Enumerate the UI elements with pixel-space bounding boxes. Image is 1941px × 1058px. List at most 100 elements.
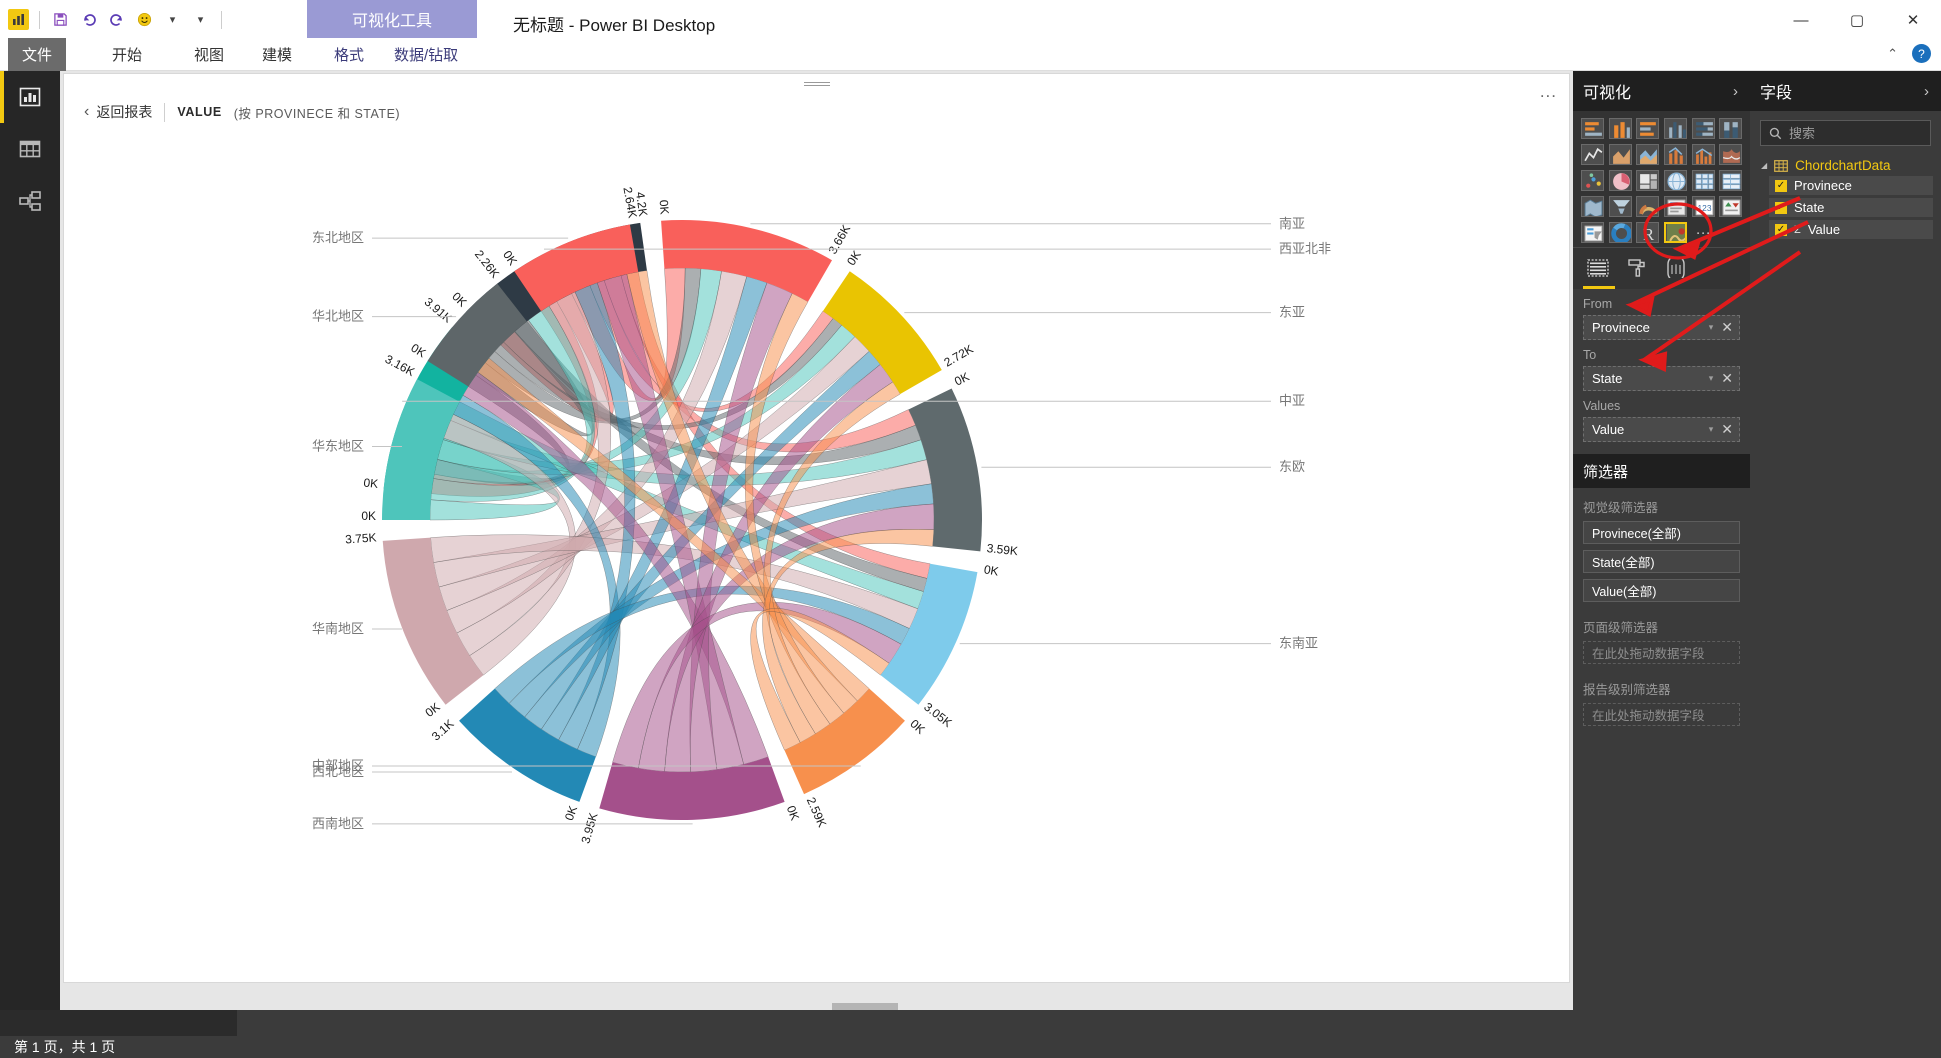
100-stacked-bar-chart-icon[interactable] [1691, 118, 1715, 139]
chord-node-label-华北地区: 华北地区 [312, 309, 364, 324]
visual-filter-card[interactable]: State(全部) [1583, 550, 1740, 573]
undo-icon[interactable] [78, 9, 99, 30]
chevron-down-icon[interactable]: ▾ [1709, 322, 1714, 333]
rail-item-report-view[interactable] [0, 71, 60, 123]
expand-triangle-icon[interactable]: ◢ [1761, 161, 1767, 170]
contextual-ribbon-tab-group[interactable]: 可视化工具 [307, 0, 477, 38]
line-stacked-column-chart-icon[interactable] [1663, 144, 1687, 165]
fields-list: ✓ Provinece ✓ State ✓ Σ Value [1750, 176, 1941, 239]
filled-map-icon[interactable] [1581, 196, 1604, 217]
help-icon[interactable]: ? [1912, 44, 1931, 63]
rail-item-model-view[interactable] [0, 175, 60, 227]
chord-value-label: 0K [500, 248, 520, 268]
minimize-button[interactable]: — [1773, 0, 1829, 40]
kpi-icon[interactable] [1719, 196, 1743, 217]
chord-value-label: 3.59K [986, 541, 1019, 558]
table-icon[interactable] [1719, 170, 1743, 191]
chevron-down-icon[interactable]: ▾ [1709, 424, 1714, 435]
matrix-icon[interactable] [1691, 170, 1715, 191]
ribbon-tab-home[interactable]: 开始 [98, 38, 156, 71]
chord-chart-custom-visual-icon[interactable] [1663, 222, 1687, 243]
visual-more-options-icon[interactable]: ... [1540, 82, 1557, 102]
fields-table-node[interactable]: ◢ ChordchartData [1750, 158, 1941, 173]
line-chart-icon[interactable] [1581, 144, 1604, 165]
analytics-magnifier-tool-icon[interactable] [1665, 255, 1687, 283]
remove-field-icon[interactable]: ✕ [1721, 319, 1733, 336]
ribbon-tab-file[interactable]: 文件 [8, 38, 67, 71]
redo-icon[interactable] [106, 9, 127, 30]
visual-container[interactable]: ... ‹ 返回报表 VALUE (按 PROVINECE 和 STATE) 0 [63, 73, 1570, 983]
chord-chart[interactable]: 0K 3.91K 0K 4.2K 0K 3.66K 0K 2.72K 0K 3.59K 0K 3.05… [64, 130, 1571, 982]
stacked-area-chart-icon[interactable] [1636, 144, 1660, 165]
report-level-filters-dropzone[interactable]: 在此处拖动数据字段 [1583, 703, 1740, 726]
map-icon[interactable] [1663, 170, 1687, 191]
visual-filter-card[interactable]: Provinece(全部) [1583, 521, 1740, 544]
r-script-visual-icon[interactable]: R [1636, 222, 1660, 243]
well-from[interactable]: Provinece ▾ ✕ [1583, 315, 1740, 340]
pie-chart-icon[interactable] [1608, 170, 1632, 191]
fields-pane: 字段 › ◢ ChordchartData ✓ Provinece ✓ State ✓ Σ… [1750, 71, 1941, 1010]
fields-search-input[interactable] [1789, 125, 1919, 141]
page-level-filters-dropzone[interactable]: 在此处拖动数据字段 [1583, 641, 1740, 664]
funnel-icon[interactable] [1608, 196, 1632, 217]
ribbon-tab-format[interactable]: 格式 [320, 38, 378, 71]
scatter-chart-icon[interactable] [1581, 170, 1604, 191]
line-clustered-column-chart-icon[interactable] [1691, 144, 1715, 165]
close-button[interactable]: ✕ [1885, 0, 1941, 40]
donut-chart-icon[interactable] [1608, 222, 1632, 243]
back-to-report-button[interactable]: ‹ 返回报表 [84, 102, 152, 122]
maximize-button[interactable]: ▢ [1829, 0, 1885, 40]
get-more-visuals-icon[interactable]: ··· [1692, 222, 1715, 243]
stacked-bar-chart-icon[interactable] [1581, 118, 1604, 139]
field-checkbox[interactable]: ✓ [1775, 201, 1787, 214]
field-item-provinece[interactable]: ✓ Provinece [1769, 176, 1933, 195]
field-label: Provinece [1794, 178, 1852, 193]
chord-value-label: 2.64K [620, 186, 639, 219]
ribbon-tab-view[interactable]: 视图 [180, 38, 238, 71]
card-icon[interactable] [1663, 196, 1687, 217]
fields-search-box[interactable] [1760, 120, 1931, 146]
ribbon-tab-modeling[interactable]: 建模 [248, 38, 306, 71]
visual-drag-grip[interactable] [803, 82, 830, 86]
chord-value-label: 0K [423, 700, 443, 720]
clustered-bar-chart-icon[interactable] [1636, 118, 1660, 139]
treemap-icon[interactable] [1636, 170, 1660, 191]
visualization-type-grid[interactable]: 123 R ··· [1573, 111, 1750, 247]
ribbon-tab-data-drill[interactable]: 数据/钻取 [380, 38, 472, 71]
field-checkbox[interactable]: ✓ [1775, 179, 1787, 192]
field-label: Value [1807, 222, 1841, 237]
qat-more-icon[interactable]: ▾ [190, 9, 211, 30]
save-icon[interactable] [50, 9, 71, 30]
rail-item-data-view[interactable] [0, 123, 60, 175]
multi-row-card-icon[interactable]: 123 [1691, 196, 1715, 217]
fields-pane-tool-icon[interactable] [1583, 259, 1615, 289]
chevron-down-icon[interactable]: ▾ [1709, 373, 1714, 384]
100-stacked-column-chart-icon[interactable] [1719, 118, 1743, 139]
smiley-feedback-icon[interactable] [134, 9, 155, 30]
gauge-icon[interactable] [1636, 196, 1660, 217]
fields-pane-collapse-icon[interactable]: › [1924, 83, 1929, 100]
well-values[interactable]: Value ▾ ✕ [1583, 417, 1740, 442]
chord-node-label-东北地区: 东北地区 [312, 230, 364, 245]
qat-dropdown-caret-icon[interactable]: ▾ [162, 9, 183, 30]
format-paintroller-tool-icon[interactable] [1627, 258, 1647, 283]
page-tab-active[interactable] [0, 1010, 237, 1036]
ribbon-collapse-icon[interactable]: ⌃ [1887, 46, 1898, 62]
field-checkbox[interactable]: ✓ [1775, 223, 1787, 236]
stacked-column-chart-icon[interactable] [1608, 118, 1632, 139]
visual-filter-card[interactable]: Value(全部) [1583, 579, 1740, 602]
chord-value-label: 3.75K [345, 530, 377, 546]
well-to[interactable]: State ▾ ✕ [1583, 366, 1740, 391]
field-item-value[interactable]: ✓ Σ Value [1769, 220, 1933, 239]
visualizations-pane-collapse-icon[interactable]: › [1733, 83, 1738, 100]
slicer-icon[interactable] [1581, 222, 1604, 243]
chord-node-label-中亚: 中亚 [1279, 393, 1305, 408]
remove-field-icon[interactable]: ✕ [1721, 370, 1733, 387]
remove-field-icon[interactable]: ✕ [1721, 421, 1733, 438]
field-item-state[interactable]: ✓ State [1769, 198, 1933, 217]
ribbon-tab-strip: 文件 开始 视图 建模 格式 数据/钻取 ⌃ ? [0, 38, 1941, 71]
area-chart-icon[interactable] [1608, 144, 1632, 165]
clustered-column-chart-icon[interactable] [1663, 118, 1687, 139]
well-label-to: To [1583, 348, 1597, 362]
ribbon-chart-icon[interactable] [1719, 144, 1743, 165]
